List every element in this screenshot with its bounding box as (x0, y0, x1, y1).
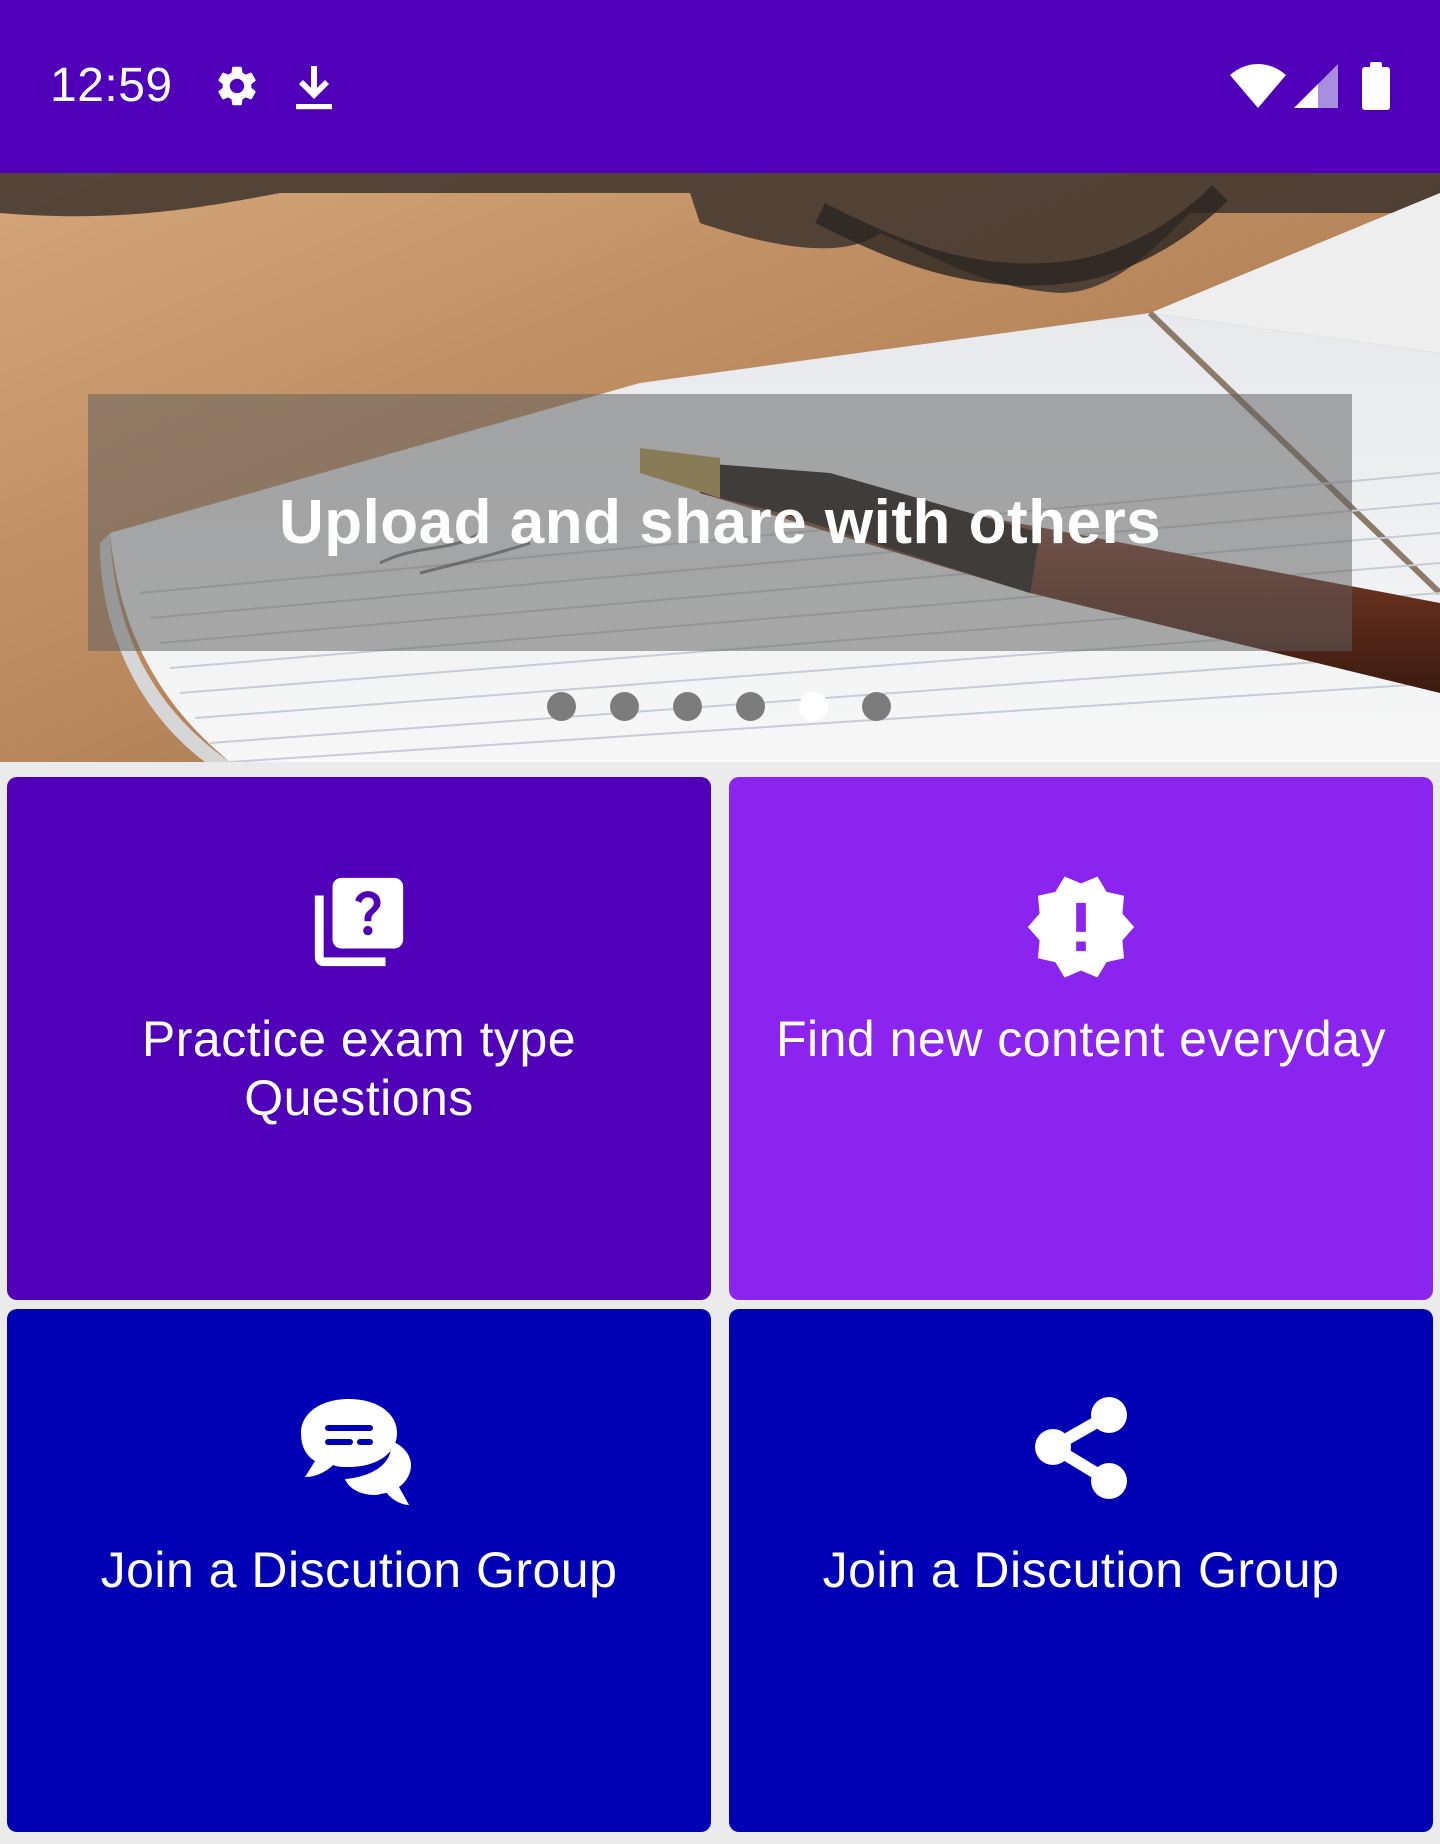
share-group-tile[interactable]: Join a Discution Group (729, 1309, 1433, 1832)
carousel-dot[interactable] (736, 692, 765, 721)
carousel-dot[interactable] (862, 692, 891, 721)
carousel-dot[interactable] (610, 692, 639, 721)
tile-label: Join a Discution Group (100, 1542, 618, 1598)
carousel-dot[interactable] (673, 692, 702, 721)
signal-icon (1294, 64, 1338, 108)
home-screen: 12:59 Upload and share with others Pract… (0, 0, 1440, 1844)
banner-carousel[interactable]: Upload and share with others (0, 173, 1440, 762)
new-content-tile[interactable]: Find new content everyday (729, 777, 1433, 1300)
tile-label: Join a Discution Group (822, 1542, 1340, 1598)
banner-caption: Upload and share with others (278, 488, 1162, 557)
carousel-indicator (547, 692, 891, 721)
tile-label: Practice exam type Questions (141, 1011, 577, 1126)
carousel-dot-active[interactable] (799, 692, 828, 721)
battery-icon (1362, 62, 1390, 110)
discussion-group-tile[interactable]: Join a Discution Group (7, 1309, 711, 1832)
share-icon (729, 1393, 1433, 1503)
status-bar: 12:59 (0, 0, 1440, 173)
practice-questions-tile[interactable]: Practice exam type Questions (7, 777, 711, 1300)
wifi-icon (1230, 64, 1286, 108)
quiz-icon (7, 869, 711, 975)
chat-bubbles-icon (7, 1395, 711, 1513)
status-time: 12:59 (50, 59, 173, 112)
tile-label: Find new content everyday (775, 1011, 1387, 1067)
download-icon (290, 62, 338, 114)
settings-icon (213, 62, 261, 110)
banner-caption-box: Upload and share with others (88, 394, 1352, 651)
new-releases-icon (729, 869, 1433, 985)
carousel-dot[interactable] (547, 692, 576, 721)
